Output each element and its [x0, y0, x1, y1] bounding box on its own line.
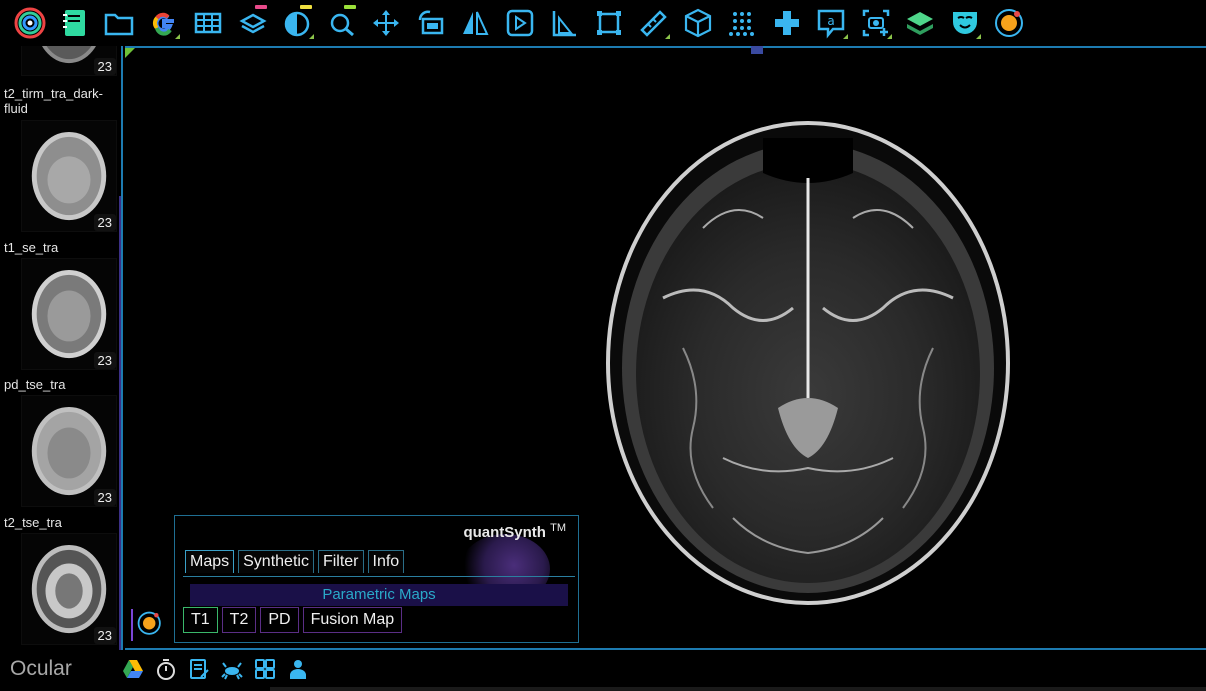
series-label: t2_tse_tra	[4, 515, 120, 530]
viewport-corner-marker	[125, 48, 135, 58]
bottom-bar: Ocular	[0, 650, 1206, 691]
image-count-badge: 23	[93, 214, 116, 231]
main-toolbar: a	[0, 0, 1206, 46]
image-count-badge: 23	[93, 352, 116, 369]
bottom-toolbar	[118, 654, 312, 683]
image-count-badge: 23	[93, 627, 116, 644]
series-thumbnail[interactable]: 23	[21, 46, 117, 76]
series-thumbnail[interactable]: 23	[21, 258, 117, 370]
ocular-logo-icon	[137, 611, 161, 635]
play-icon[interactable]	[498, 1, 543, 45]
quantsynth-panel: quantSynth TM Maps Synthetic Filter Info…	[174, 515, 579, 643]
google-drive-icon[interactable]	[118, 654, 147, 683]
cross-icon[interactable]	[765, 1, 810, 45]
contrast-icon[interactable]	[275, 1, 320, 45]
dots-icon[interactable]	[720, 1, 765, 45]
tab-filter[interactable]: Filter	[317, 550, 364, 573]
quantsynth-toggle[interactable]	[131, 607, 167, 643]
t1-map-button[interactable]: T1	[183, 607, 218, 633]
series-thumbnail[interactable]: 23	[21, 395, 117, 507]
mask-icon[interactable]	[943, 1, 988, 45]
crab-icon[interactable]	[217, 654, 246, 683]
image-count-badge: 23	[93, 58, 116, 75]
t2-map-button[interactable]: T2	[221, 607, 257, 633]
series-label: pd_tse_tra	[4, 377, 120, 392]
viewport-position-marker[interactable]	[751, 46, 763, 54]
ocular-logo-icon[interactable]	[8, 1, 53, 45]
image-count-badge: 23	[93, 489, 116, 506]
flip-icon[interactable]	[453, 1, 498, 45]
quantsynth-tabs: Maps Synthetic Filter Info	[185, 550, 405, 573]
notebook-icon[interactable]	[53, 1, 98, 45]
ocular-orange-icon[interactable]	[987, 1, 1032, 45]
quantsynth-title: quantSynth TM	[463, 522, 566, 541]
move-icon[interactable]	[364, 1, 409, 45]
stopwatch-icon[interactable]	[151, 654, 180, 683]
measure-icon[interactable]	[631, 1, 676, 45]
sidebar-scrollbar[interactable]	[119, 196, 121, 650]
google-icon[interactable]	[142, 1, 187, 45]
section-title: Parametric Maps	[190, 584, 568, 606]
series-thumbnail[interactable]: 23	[21, 120, 117, 232]
trademark-mark: TM	[550, 522, 566, 534]
map-buttons: T1 T2 PD Fusion Map	[183, 607, 403, 633]
ruler-icon[interactable]	[542, 1, 587, 45]
series-sidebar: 23 t2_tirm_tra_dark-fluid 23 t1_se_tra 2…	[0, 46, 123, 650]
annotate-icon[interactable]: a	[809, 1, 854, 45]
tab-maps[interactable]: Maps	[185, 550, 235, 573]
zoom-icon[interactable]	[320, 1, 365, 45]
pd-map-button[interactable]: PD	[260, 607, 299, 633]
series-label: t1_se_tra	[4, 240, 120, 255]
calculator-icon[interactable]	[250, 654, 279, 683]
notes-icon[interactable]	[184, 654, 213, 683]
folder-icon[interactable]	[97, 1, 142, 45]
brand-label: Ocular	[10, 657, 72, 680]
series-label: t2_tirm_tra_dark-fluid	[4, 86, 120, 116]
cube-icon[interactable]	[676, 1, 721, 45]
status-strip	[270, 687, 1206, 691]
svg-text:a: a	[828, 14, 835, 28]
tab-divider	[183, 576, 575, 577]
toggle-bar	[131, 609, 133, 641]
tab-info[interactable]: Info	[367, 550, 405, 573]
rotate-icon[interactable]	[409, 1, 454, 45]
layer-stack-icon[interactable]	[898, 1, 943, 45]
grid-icon[interactable]	[186, 1, 231, 45]
layers-icon[interactable]	[231, 1, 276, 45]
tab-synthetic[interactable]: Synthetic	[238, 550, 314, 573]
title-text: quantSynth	[463, 524, 546, 541]
fusion-map-button[interactable]: Fusion Map	[302, 607, 403, 633]
crop-icon[interactable]	[587, 1, 632, 45]
screenshot-icon[interactable]	[854, 1, 899, 45]
user-icon[interactable]	[283, 654, 312, 683]
mri-scan-image[interactable]	[603, 118, 1013, 608]
series-thumbnail[interactable]: 23	[21, 533, 117, 645]
